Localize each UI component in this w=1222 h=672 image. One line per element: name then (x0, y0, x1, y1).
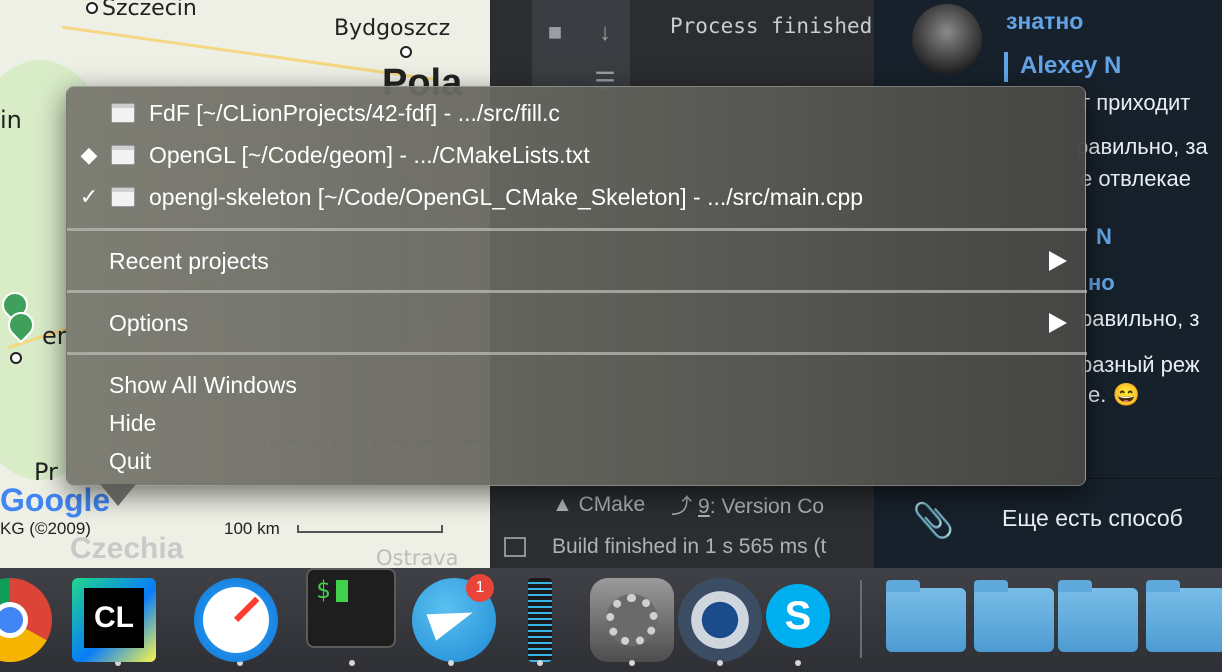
ide-tool-window-bar: ▲ CMake ⤴ 9: Version Co (490, 486, 874, 524)
message-sender[interactable]: но (1088, 270, 1115, 296)
menu-window-label: opengl-skeleton [~/Code/OpenGL_CMake_Ske… (149, 183, 864, 210)
message-text: разный реж (1080, 352, 1200, 377)
checkmark-icon: ✓ (79, 184, 99, 209)
menu-window-label: FdF [~/CLionProjects/42-fdf] - .../src/f… (149, 99, 560, 126)
menu-separator (67, 290, 1087, 293)
menu-item-hide[interactable]: Hide (67, 403, 1087, 443)
message-composer[interactable]: 📎 Еще есть способ (874, 478, 1222, 568)
diamond-icon: ◆ (80, 142, 98, 167)
menu-separator (67, 228, 1087, 231)
clion-logo-text: CL (84, 588, 144, 648)
city-marker (400, 46, 412, 58)
menu-item-label: Show All Windows (109, 371, 297, 398)
city-marker (10, 352, 22, 364)
menu-window-item[interactable]: ✓ opengl-skeleton [~/Code/OpenGL_CMake_S… (67, 177, 1087, 217)
message-text: равильно, за (1076, 134, 1208, 159)
cmake-tab[interactable]: ▲ CMake (552, 493, 645, 517)
menu-window-item[interactable]: ◆ OpenGL [~/Code/geom] - .../CMakeLists.… (67, 135, 1087, 175)
message-sender[interactable]: N (1096, 224, 1112, 250)
terminal-cursor (336, 580, 348, 602)
version-control-label: : Version Co (709, 495, 825, 518)
window-icon (111, 187, 135, 207)
running-indicator (349, 660, 355, 666)
version-control-tab[interactable]: ⤴ 9: Version Co (671, 490, 824, 520)
city-label: Bydgoszcz (334, 16, 451, 41)
message-text: е. 😄 (1088, 382, 1140, 407)
city-marker (86, 2, 98, 14)
safari-icon[interactable] (194, 578, 278, 662)
running-indicator (629, 660, 635, 666)
activity-monitor-icon[interactable] (528, 578, 552, 662)
city-label: Ostrava (376, 546, 459, 568)
folder-icon[interactable] (886, 580, 966, 652)
menu-item-quit[interactable]: Quit (67, 441, 1087, 481)
clion-icon[interactable]: CL (72, 578, 156, 662)
chrome-icon[interactable] (0, 578, 52, 662)
city-label: in (0, 106, 22, 134)
running-indicator (537, 660, 543, 666)
map-scale-label: 100 km (224, 519, 280, 538)
message-sender[interactable]: знатно (1006, 8, 1083, 35)
menu-pointer (100, 484, 136, 506)
menu-item-label: Quit (109, 447, 152, 474)
menu-window-item[interactable]: FdF [~/CLionProjects/42-fdf] - .../src/f… (67, 93, 1087, 133)
running-indicator (717, 660, 723, 666)
avatar[interactable] (912, 4, 982, 74)
cmake-icon: ▲ (552, 493, 573, 516)
folder-icon[interactable] (1146, 580, 1222, 652)
country-label: Czechia (70, 532, 184, 565)
map-scale-bar (297, 525, 443, 533)
message-input[interactable]: Еще есть способ (1002, 505, 1183, 532)
window-icon (111, 103, 135, 123)
branch-icon: ⤴ (671, 495, 693, 518)
run-tool-gutter: ■ ↓ ☰ (532, 0, 630, 95)
stop-icon[interactable]: ■ (532, 10, 578, 56)
city-label: Szczecin (102, 0, 197, 21)
menu-separator (67, 352, 1087, 355)
skype-icon[interactable]: S (766, 584, 830, 648)
dock: CL $ 1 S (0, 568, 1222, 672)
build-status: Build finished in 1 s 565 ms (t (552, 535, 827, 558)
quicktime-icon[interactable] (678, 578, 762, 662)
version-control-number: 9 (698, 495, 710, 518)
cmake-label: CMake (578, 493, 646, 516)
submenu-arrow-icon (1049, 313, 1067, 333)
menu-item-options[interactable]: Options (67, 303, 1087, 343)
reply-sender[interactable]: Alexey N (1020, 52, 1121, 80)
system-preferences-icon[interactable] (590, 578, 674, 662)
window-icon (111, 145, 135, 165)
menu-item-show-all-windows[interactable]: Show All Windows (67, 365, 1087, 405)
menu-window-label: OpenGL [~/Code/geom] - .../CMakeLists.tx… (149, 141, 590, 168)
message-text: т приходит (1080, 90, 1191, 115)
layout-toggle-icon[interactable] (504, 537, 526, 557)
attach-icon[interactable]: 📎 (912, 501, 954, 541)
folder-icon[interactable] (974, 580, 1054, 652)
menu-item-label: Hide (109, 409, 157, 436)
reply-indicator (1004, 52, 1008, 82)
notification-badge: 1 (466, 574, 494, 602)
running-indicator (795, 660, 801, 666)
dock-separator (860, 580, 862, 658)
ide-status-bar: Build finished in 1 s 565 ms (t (490, 528, 874, 566)
terminal-prompt: $ (316, 576, 331, 604)
city-label: er (42, 322, 67, 350)
menu-item-label: Options (109, 309, 189, 336)
google-logo: Google (0, 482, 111, 518)
console-output: Process finished (670, 14, 873, 38)
menu-item-recent-projects[interactable]: Recent projects (67, 241, 1087, 281)
submenu-arrow-icon (1049, 251, 1067, 271)
folder-icon[interactable] (1058, 580, 1138, 652)
menu-item-label: Recent projects (109, 247, 269, 274)
dock-context-menu: FdF [~/CLionProjects/42-fdf] - .../src/f… (66, 86, 1087, 486)
running-indicator (448, 660, 454, 666)
terminal-icon[interactable]: $ (306, 568, 396, 648)
down-arrow-icon[interactable]: ↓ (582, 10, 628, 56)
message-text: е отвлекае (1080, 166, 1192, 191)
message-text: равильно, з (1080, 306, 1200, 331)
